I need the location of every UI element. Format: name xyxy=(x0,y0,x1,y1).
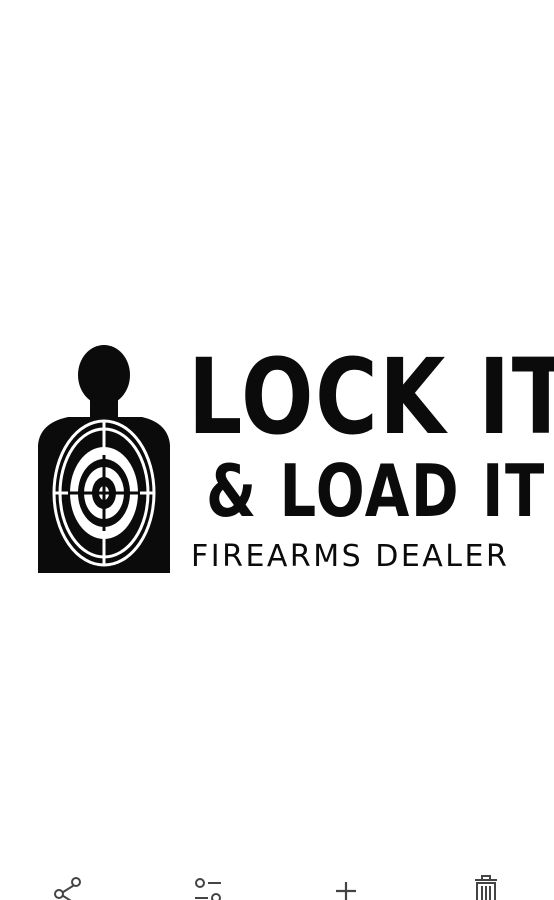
adjust-icon xyxy=(195,878,221,900)
share-icon xyxy=(54,877,81,900)
image-canvas[interactable]: LOCK IT & LOAD IT FIREARMS DEALER xyxy=(0,0,554,860)
add-button[interactable] xyxy=(316,860,376,900)
image-viewer: LOCK IT & LOAD IT FIREARMS DEALER xyxy=(0,0,554,900)
add-icon xyxy=(336,882,356,900)
logo-tagline: FIREARMS DEALER xyxy=(191,539,510,574)
delete-icon xyxy=(475,875,497,900)
lock-it-load-it-logo: LOCK IT & LOAD IT FIREARMS DEALER xyxy=(38,336,554,575)
delete-button[interactable] xyxy=(456,860,516,900)
shooting-target-icon xyxy=(38,345,170,573)
adjust-button[interactable] xyxy=(178,860,238,900)
bottom-toolbar xyxy=(0,860,554,900)
logo-subtitle-line: & LOAD IT xyxy=(206,449,546,533)
logo-title-line: LOCK IT xyxy=(188,336,554,458)
share-button[interactable] xyxy=(38,860,98,900)
